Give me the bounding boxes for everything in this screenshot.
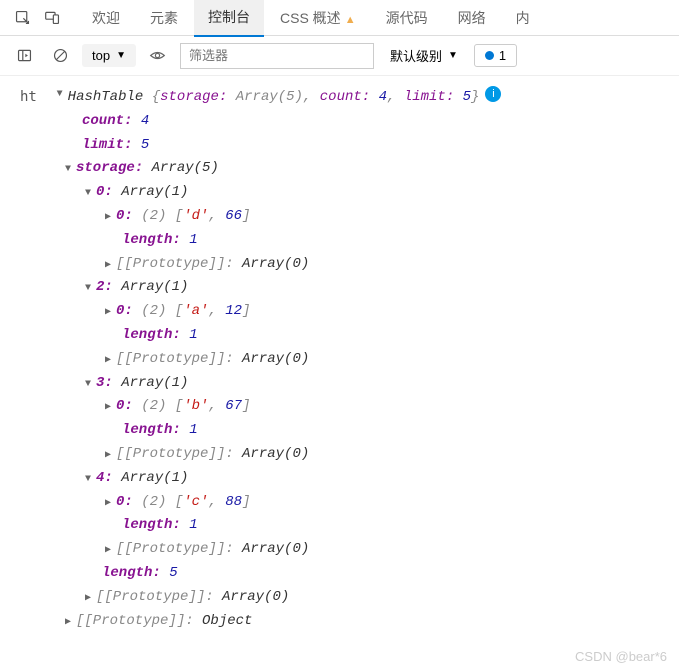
expand-icon[interactable] — [102, 399, 114, 416]
tab-internal[interactable]: 内 — [502, 0, 544, 36]
expand-icon[interactable] — [82, 185, 94, 202]
info-icon[interactable]: i — [485, 86, 501, 102]
expand-icon[interactable] — [102, 304, 114, 321]
prop-prototype[interactable]: [[Prototype]]: Object — [20, 610, 671, 634]
info-dot-icon — [485, 51, 494, 60]
array-inner[interactable]: 0: (2) ['c', 88] — [20, 491, 671, 515]
array-item[interactable]: 2: Array(1) — [20, 276, 671, 300]
expand-icon[interactable] — [82, 376, 94, 393]
prop-prototype[interactable]: [[Prototype]]: Array(0) — [20, 348, 671, 372]
tab-sources[interactable]: 源代码 — [372, 0, 442, 36]
array-item[interactable]: 4: Array(1) — [20, 467, 671, 491]
prop-prototype[interactable]: [[Prototype]]: Array(0) — [20, 586, 671, 610]
array-item[interactable]: 3: Array(1) — [20, 372, 671, 396]
expand-icon[interactable] — [82, 280, 94, 297]
prop-limit[interactable]: limit: 5 — [20, 134, 671, 158]
live-expression-icon[interactable] — [144, 42, 172, 70]
clear-console-icon[interactable] — [46, 42, 74, 70]
expand-icon[interactable] — [82, 471, 94, 488]
log-levels-selector[interactable]: 默认级别▼ — [382, 42, 466, 69]
prop-count[interactable]: count: 4 — [20, 110, 671, 134]
array-inner[interactable]: 0: (2) ['d', 66] — [20, 205, 671, 229]
tab-welcome[interactable]: 欢迎 — [78, 0, 134, 36]
tab-css-overview[interactable]: CSS 概述▲ — [266, 0, 370, 36]
sidebar-toggle-icon[interactable] — [10, 42, 38, 70]
prop-length[interactable]: length: 1 — [20, 229, 671, 253]
prop-storage[interactable]: storage: Array(5) — [20, 157, 671, 181]
expand-icon[interactable] — [102, 447, 114, 464]
context-selector[interactable]: top▼ — [82, 44, 136, 67]
prop-length[interactable]: length: 5 — [20, 562, 671, 586]
device-toggle-icon[interactable] — [38, 4, 66, 32]
expand-icon[interactable] — [102, 209, 114, 226]
prop-length[interactable]: length: 1 — [20, 514, 671, 538]
warning-icon: ▲ — [345, 14, 356, 26]
expand-icon[interactable] — [62, 161, 74, 178]
array-inner[interactable]: 0: (2) ['a', 12] — [20, 300, 671, 324]
console-output: ht HashTable {storage: Array(5), count: … — [0, 76, 679, 643]
array-item[interactable]: 0: Array(1) — [20, 181, 671, 205]
inspect-icon[interactable] — [8, 4, 36, 32]
expand-icon[interactable] — [102, 495, 114, 512]
prop-prototype[interactable]: [[Prototype]]: Array(0) — [20, 538, 671, 562]
log-entry[interactable]: ht HashTable {storage: Array(5), count: … — [20, 86, 671, 110]
expand-icon[interactable] — [102, 542, 114, 559]
prop-length[interactable]: length: 1 — [20, 419, 671, 443]
prop-prototype[interactable]: [[Prototype]]: Array(0) — [20, 443, 671, 467]
issues-button[interactable]: 1 — [474, 44, 517, 67]
console-toolbar: top▼ 默认级别▼ 1 — [0, 36, 679, 76]
array-inner[interactable]: 0: (2) ['b', 67] — [20, 395, 671, 419]
devtools-tabs: 欢迎 元素 控制台 CSS 概述▲ 源代码 网络 内 — [0, 0, 679, 36]
prop-length[interactable]: length: 1 — [20, 324, 671, 348]
expand-icon[interactable] — [82, 590, 94, 607]
tab-network[interactable]: 网络 — [444, 0, 500, 36]
prop-prototype[interactable]: [[Prototype]]: Array(0) — [20, 253, 671, 277]
filter-input[interactable] — [180, 43, 374, 69]
tab-elements[interactable]: 元素 — [136, 0, 192, 36]
watermark: CSDN @bear*6 — [575, 649, 667, 664]
expand-icon[interactable] — [54, 86, 66, 103]
expand-icon[interactable] — [102, 257, 114, 274]
expand-icon[interactable] — [62, 614, 74, 631]
tab-console[interactable]: 控制台 — [194, 0, 264, 37]
expand-icon[interactable] — [102, 352, 114, 369]
